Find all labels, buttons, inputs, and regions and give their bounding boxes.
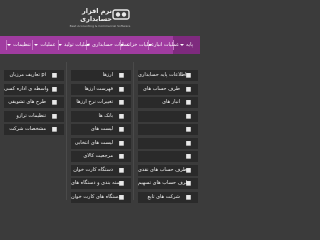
menu-item-label: طرف حساب های نقدی (138, 166, 188, 173)
check-list-icon: ■ (118, 139, 125, 147)
left-menu-item-0[interactable]: ■ تعاریف مرزبان pi (4, 70, 64, 81)
menu-item-label: شرکت های تابع (147, 193, 180, 200)
middle-menu-item-3[interactable]: ■ بانک ها (71, 110, 131, 122)
middle-menu-item-2[interactable]: ■ تغییرات نرخ ارزها (71, 97, 131, 108)
menu-item-label: طرف حساب های تسهیم (138, 180, 190, 186)
menu-item-label: تغییرات نرخ ارزها (76, 99, 113, 105)
info-icon: ■ (51, 126, 58, 133)
middle-menu-item-5[interactable]: ■ لیست های انتخابی (71, 137, 131, 149)
box-icon: ■ (185, 139, 192, 147)
menu-item-label: انبار های (162, 99, 180, 105)
left-menu-item-3[interactable]: ■ تنظیمات ترازو (4, 110, 64, 122)
nav-item-label: عملیات خزانه (126, 42, 155, 48)
menu-item-label: واسطه ی اداره کسی (4, 85, 49, 92)
nav-item-label: عملیات حسابداری (92, 42, 130, 48)
promo-icon: ■ (51, 99, 58, 106)
bank-icon: ■ (118, 112, 125, 120)
logo-title: نرم افزار حسابداری (80, 7, 112, 23)
main-navbar: پایه عملیات انبار عملیات خزانه عملیات حسابد… (0, 36, 200, 54)
nav-item-label: عملیات انبار (154, 42, 180, 48)
nav-separator (6, 40, 7, 50)
chevron-down-icon (180, 43, 184, 46)
agent-icon: ■ (51, 85, 58, 93)
nav-item-label: تنظیمات (13, 42, 31, 48)
settings-icon: ■ (51, 72, 58, 79)
logo-mark-icon (112, 9, 130, 20)
right-menu-item-4[interactable]: ■ (138, 124, 198, 135)
menu-item-label: لیست های انتخابی (74, 139, 113, 146)
top-header: نرم افزار حسابداری Best Accounting & Com… (0, 0, 200, 36)
contacts-icon: ■ (185, 85, 192, 93)
nav-separator (58, 40, 59, 50)
company-icon: ■ (185, 193, 192, 201)
app-logo[interactable]: نرم افزار حسابداری Best Accounting & Com… (68, 5, 132, 31)
pos-icon: ■ (118, 166, 125, 174)
store-icon: ■ (185, 112, 192, 120)
list2-icon: ■ (118, 126, 125, 133)
scale2-icon: ■ (51, 112, 58, 120)
left-menu-item-4[interactable]: ■ مشخصات شرکت (4, 124, 64, 135)
cash-icon: ■ (185, 166, 192, 174)
right-menu-item-7[interactable]: ■ طرف حساب های نقدی (138, 164, 198, 176)
menu-item-label: طرف حساب های (143, 85, 180, 92)
menu-item-label: دسته بندی و دستگاه های (71, 180, 123, 186)
middle-menu-item-8[interactable]: ■ دسته بندی و دستگاه های (71, 178, 131, 189)
menu-item-label: مشخصات شرکت (9, 126, 46, 132)
nav-item-label: عملیات تولید (64, 42, 91, 48)
left-menu-item-1[interactable]: ■ واسطه ی اداره کسی (4, 83, 64, 95)
nav-item-label: پایه (186, 42, 193, 48)
nav-item-label: عملیات (40, 42, 56, 48)
menu-item-label: دستگاه های کارت خوان (71, 193, 121, 200)
list-icon: ■ (118, 85, 125, 93)
menu-item-label: طرح های تشویقی (8, 99, 46, 105)
category-icon: ■ (118, 180, 125, 187)
middle-menu-item-0[interactable]: ■ ارزها (71, 70, 131, 81)
nav-item-7[interactable] (0, 36, 6, 54)
menu-item-label: بانک ها (98, 112, 113, 119)
menu-item-label: تنظیمات ترازو (16, 112, 46, 119)
card-reader-icon: ■ (118, 193, 125, 201)
right-menu-item-5[interactable]: ■ (138, 137, 198, 149)
document-icon: ■ (185, 72, 192, 79)
right-menu-item-0[interactable]: ■ اطلاعات پایه حسابداری (138, 70, 198, 81)
people-icon: ■ (185, 126, 192, 133)
menu-item-label: دستگاه کارت خوان (73, 166, 113, 173)
split-icon: ■ (185, 180, 192, 187)
rate-icon: ■ (118, 99, 125, 106)
menu-item-label: تعاریف مرزبان pi (9, 72, 47, 78)
right-menu-item-1[interactable]: ■ طرف حساب های (138, 83, 198, 95)
nav-item-4[interactable]: عملیات تولید (58, 36, 91, 54)
right-menu-item-8[interactable]: ■ طرف حساب های تسهیم (138, 178, 198, 189)
middle-menu-item-7[interactable]: ■ دستگاه کارت خوان (71, 164, 131, 176)
menu-item-label: لیست های (90, 126, 113, 132)
scale-icon: ■ (185, 153, 192, 160)
right-menu-item-3[interactable]: ■ (138, 110, 198, 122)
warehouse-icon: ■ (185, 99, 192, 106)
chevron-down-icon (34, 43, 39, 46)
middle-menu-item-9[interactable]: ■ دستگاه های کارت خوان (71, 191, 131, 203)
chevron-down-icon (7, 43, 12, 46)
currency-icon: ■ (118, 72, 125, 79)
right-menu-item-9[interactable]: ■ شرکت های تابع (138, 191, 198, 203)
column-divider (66, 62, 67, 200)
nav-separator (32, 40, 33, 50)
right-menu-item-6[interactable]: ■ (138, 151, 198, 162)
middle-menu-item-6[interactable]: ■ مرجعیت کالای (71, 151, 131, 162)
menu-item-label: فهرست ارزها (84, 85, 113, 92)
menu-item-label: اطلاعات پایه حسابداری (138, 72, 187, 78)
logo-subtitle: Best Accounting & Commercial Software (69, 24, 131, 28)
menu-item-label: مرجعیت کالای (83, 153, 113, 159)
column-divider (133, 62, 134, 200)
middle-menu-item-4[interactable]: ■ لیست های (71, 124, 131, 135)
left-menu-item-2[interactable]: ■ طرح های تشویقی (4, 97, 64, 108)
menu-item-label: ارزها (102, 72, 113, 78)
nav-item-3[interactable]: عملیات حسابداری (86, 36, 130, 54)
reference-icon: ■ (118, 153, 125, 160)
middle-menu-item-1[interactable]: ■ فهرست ارزها (71, 83, 131, 95)
right-menu-item-2[interactable]: ■ انبار های (138, 97, 198, 108)
nav-item-6[interactable]: تنظیمات (6, 36, 32, 54)
nav-item-5[interactable]: عملیات (32, 36, 58, 54)
